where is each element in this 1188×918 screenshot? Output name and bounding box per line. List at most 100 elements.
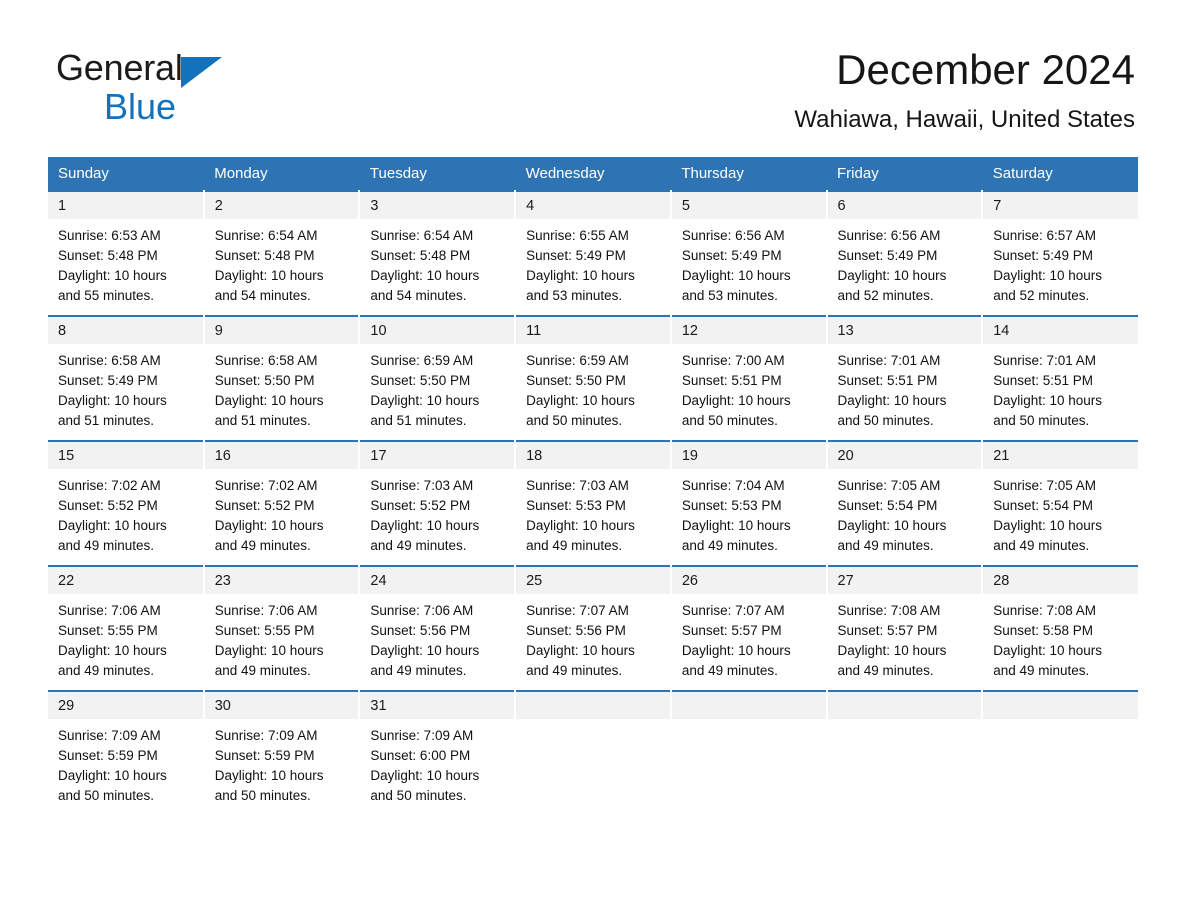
day-details: Sunrise: 7:03 AM Sunset: 5:53 PM Dayligh…: [516, 469, 670, 565]
daylight-text-line2: and 51 minutes.: [370, 413, 467, 428]
sunrise-text: Sunrise: 6:56 AM: [681, 228, 785, 243]
day-details: Sunrise: 7:03 AM Sunset: 5:52 PM Dayligh…: [360, 469, 514, 565]
day-details: Sunrise: 6:58 AM Sunset: 5:50 PM Dayligh…: [205, 344, 359, 440]
sunset-text: Sunset: 6:00 PM: [370, 748, 471, 763]
day-details: Sunrise: 7:06 AM Sunset: 5:55 PM Dayligh…: [48, 594, 203, 690]
day-cell[interactable]: 29 Sunrise: 7:09 AM Sunset: 5:59 PM Dayl…: [48, 690, 205, 815]
sunset-text: Sunset: 5:57 PM: [681, 623, 782, 638]
daylight-text-line1: Daylight: 10 hours: [681, 268, 791, 283]
day-cell[interactable]: 14 Sunrise: 7:01 AM Sunset: 5:51 PM Dayl…: [982, 315, 1138, 441]
day-cell[interactable]: 18 Sunrise: 7:03 AM Sunset: 5:53 PM Dayl…: [515, 440, 672, 566]
daylight-text-line1: Daylight: 10 hours: [214, 643, 324, 658]
day-details: Sunrise: 6:54 AM Sunset: 5:48 PM Dayligh…: [360, 219, 514, 315]
sunrise-text: Sunrise: 6:53 AM: [58, 228, 161, 243]
daylight-text-line1: Daylight: 10 hours: [214, 518, 324, 533]
day-details: Sunrise: 7:05 AM Sunset: 5:54 PM Dayligh…: [983, 469, 1138, 565]
day-cell[interactable]: 9 Sunrise: 6:58 AM Sunset: 5:50 PM Dayli…: [203, 315, 361, 441]
day-cell[interactable]: 19 Sunrise: 7:04 AM Sunset: 5:53 PM Dayl…: [670, 440, 828, 566]
sunrise-text: Sunrise: 7:07 AM: [526, 603, 629, 618]
day-cell[interactable]: 31 Sunrise: 7:09 AM Sunset: 6:00 PM Dayl…: [359, 690, 517, 815]
day-cell[interactable]: 4 Sunrise: 6:55 AM Sunset: 5:49 PM Dayli…: [515, 190, 672, 316]
day-cell[interactable]: 12 Sunrise: 7:00 AM Sunset: 5:51 PM Dayl…: [670, 315, 828, 441]
daylight-text-line2: and 50 minutes.: [58, 788, 155, 803]
sunset-text: Sunset: 5:50 PM: [214, 373, 315, 388]
sunrise-text: Sunrise: 6:58 AM: [214, 353, 318, 368]
day-cell[interactable]: 7 Sunrise: 6:57 AM Sunset: 5:49 PM Dayli…: [982, 190, 1138, 316]
daylight-text-line2: and 49 minutes.: [370, 538, 467, 553]
day-number: 6: [827, 192, 982, 219]
day-cell-empty: [982, 690, 1138, 815]
day-number: [827, 692, 982, 719]
day-number: 12: [671, 317, 826, 344]
day-cell[interactable]: 17 Sunrise: 7:03 AM Sunset: 5:52 PM Dayl…: [359, 440, 517, 566]
day-cell[interactable]: 3 Sunrise: 6:54 AM Sunset: 5:48 PM Dayli…: [359, 190, 517, 316]
day-cell[interactable]: 8 Sunrise: 6:58 AM Sunset: 5:49 PM Dayli…: [48, 315, 205, 441]
daylight-text-line2: and 54 minutes.: [214, 288, 311, 303]
day-number: 26: [671, 567, 826, 594]
logo-top-row: General: [56, 48, 316, 88]
day-cell[interactable]: 2 Sunrise: 6:54 AM Sunset: 5:48 PM Dayli…: [203, 190, 361, 316]
daylight-text-line1: Daylight: 10 hours: [58, 518, 167, 533]
day-cell[interactable]: 21 Sunrise: 7:05 AM Sunset: 5:54 PM Dayl…: [982, 440, 1138, 566]
day-cell[interactable]: 5 Sunrise: 6:56 AM Sunset: 5:49 PM Dayli…: [670, 190, 828, 316]
daylight-text-line1: Daylight: 10 hours: [58, 393, 167, 408]
day-details: Sunrise: 6:57 AM Sunset: 5:49 PM Dayligh…: [983, 219, 1138, 315]
sunrise-text: Sunrise: 6:56 AM: [837, 228, 941, 243]
daylight-text-line1: Daylight: 10 hours: [526, 393, 635, 408]
sunset-text: Sunset: 5:52 PM: [214, 498, 315, 513]
day-cell-empty: [515, 690, 672, 815]
daylight-text-line2: and 49 minutes.: [993, 663, 1090, 678]
sunset-text: Sunset: 5:48 PM: [370, 248, 471, 263]
day-number: 1: [48, 192, 203, 219]
day-number: 24: [360, 567, 515, 594]
daylight-text-line1: Daylight: 10 hours: [370, 643, 480, 658]
daylight-text-line2: and 54 minutes.: [370, 288, 467, 303]
day-details: Sunrise: 7:01 AM Sunset: 5:51 PM Dayligh…: [983, 344, 1138, 440]
sunset-text: Sunset: 5:49 PM: [993, 248, 1094, 263]
day-details: [983, 719, 1138, 807]
daylight-text-line2: and 49 minutes.: [837, 663, 934, 678]
day-cell[interactable]: 27 Sunrise: 7:08 AM Sunset: 5:57 PM Dayl…: [826, 565, 984, 691]
page-header: General Blue December 2024 Wahiawa, Hawa…: [0, 0, 1188, 133]
daylight-text-line2: and 49 minutes.: [526, 538, 623, 553]
daylight-text-line1: Daylight: 10 hours: [993, 643, 1103, 658]
day-cell[interactable]: 24 Sunrise: 7:06 AM Sunset: 5:56 PM Dayl…: [359, 565, 517, 691]
daylight-text-line1: Daylight: 10 hours: [58, 643, 167, 658]
day-cell[interactable]: 1 Sunrise: 6:53 AM Sunset: 5:48 PM Dayli…: [48, 190, 205, 316]
weekday-header-row: Sunday Monday Tuesday Wednesday Thursday…: [48, 157, 1138, 191]
day-number: 18: [516, 442, 670, 469]
day-cell[interactable]: 28 Sunrise: 7:08 AM Sunset: 5:58 PM Dayl…: [982, 565, 1138, 691]
day-cell[interactable]: 25 Sunrise: 7:07 AM Sunset: 5:56 PM Dayl…: [515, 565, 672, 691]
sunrise-text: Sunrise: 6:59 AM: [526, 353, 629, 368]
day-cell[interactable]: 13 Sunrise: 7:01 AM Sunset: 5:51 PM Dayl…: [826, 315, 984, 441]
daylight-text-line1: Daylight: 10 hours: [370, 768, 480, 783]
sunset-text: Sunset: 5:48 PM: [58, 248, 158, 263]
day-cell[interactable]: 26 Sunrise: 7:07 AM Sunset: 5:57 PM Dayl…: [670, 565, 828, 691]
day-cell[interactable]: 16 Sunrise: 7:02 AM Sunset: 5:52 PM Dayl…: [203, 440, 361, 566]
day-cell[interactable]: 6 Sunrise: 6:56 AM Sunset: 5:49 PM Dayli…: [826, 190, 984, 316]
day-number: 30: [204, 692, 359, 719]
sunset-text: Sunset: 5:50 PM: [526, 373, 626, 388]
day-cell[interactable]: 23 Sunrise: 7:06 AM Sunset: 5:55 PM Dayl…: [203, 565, 361, 691]
day-cell[interactable]: 15 Sunrise: 7:02 AM Sunset: 5:52 PM Dayl…: [48, 440, 205, 566]
sunrise-text: Sunrise: 7:00 AM: [681, 353, 785, 368]
general-blue-logo[interactable]: General Blue: [56, 48, 316, 125]
sunset-text: Sunset: 5:54 PM: [993, 498, 1094, 513]
day-details: Sunrise: 7:02 AM Sunset: 5:52 PM Dayligh…: [48, 469, 203, 565]
sunrise-text: Sunrise: 7:07 AM: [681, 603, 785, 618]
day-details: Sunrise: 7:01 AM Sunset: 5:51 PM Dayligh…: [828, 344, 982, 440]
day-cell[interactable]: 20 Sunrise: 7:05 AM Sunset: 5:54 PM Dayl…: [826, 440, 984, 566]
weekday-header-friday: Friday: [826, 157, 983, 191]
day-details: Sunrise: 6:53 AM Sunset: 5:48 PM Dayligh…: [48, 219, 203, 315]
day-cell[interactable]: 10 Sunrise: 6:59 AM Sunset: 5:50 PM Dayl…: [359, 315, 517, 441]
day-number: 13: [827, 317, 982, 344]
day-number: 7: [983, 192, 1138, 219]
daylight-text-line1: Daylight: 10 hours: [526, 518, 635, 533]
day-cell[interactable]: 11 Sunrise: 6:59 AM Sunset: 5:50 PM Dayl…: [515, 315, 672, 441]
day-number: 2: [204, 192, 359, 219]
daylight-text-line1: Daylight: 10 hours: [837, 268, 947, 283]
day-cell[interactable]: 30 Sunrise: 7:09 AM Sunset: 5:59 PM Dayl…: [203, 690, 361, 815]
day-cell[interactable]: 22 Sunrise: 7:06 AM Sunset: 5:55 PM Dayl…: [48, 565, 205, 691]
sunrise-text: Sunrise: 7:06 AM: [370, 603, 474, 618]
sunrise-text: Sunrise: 6:54 AM: [370, 228, 474, 243]
